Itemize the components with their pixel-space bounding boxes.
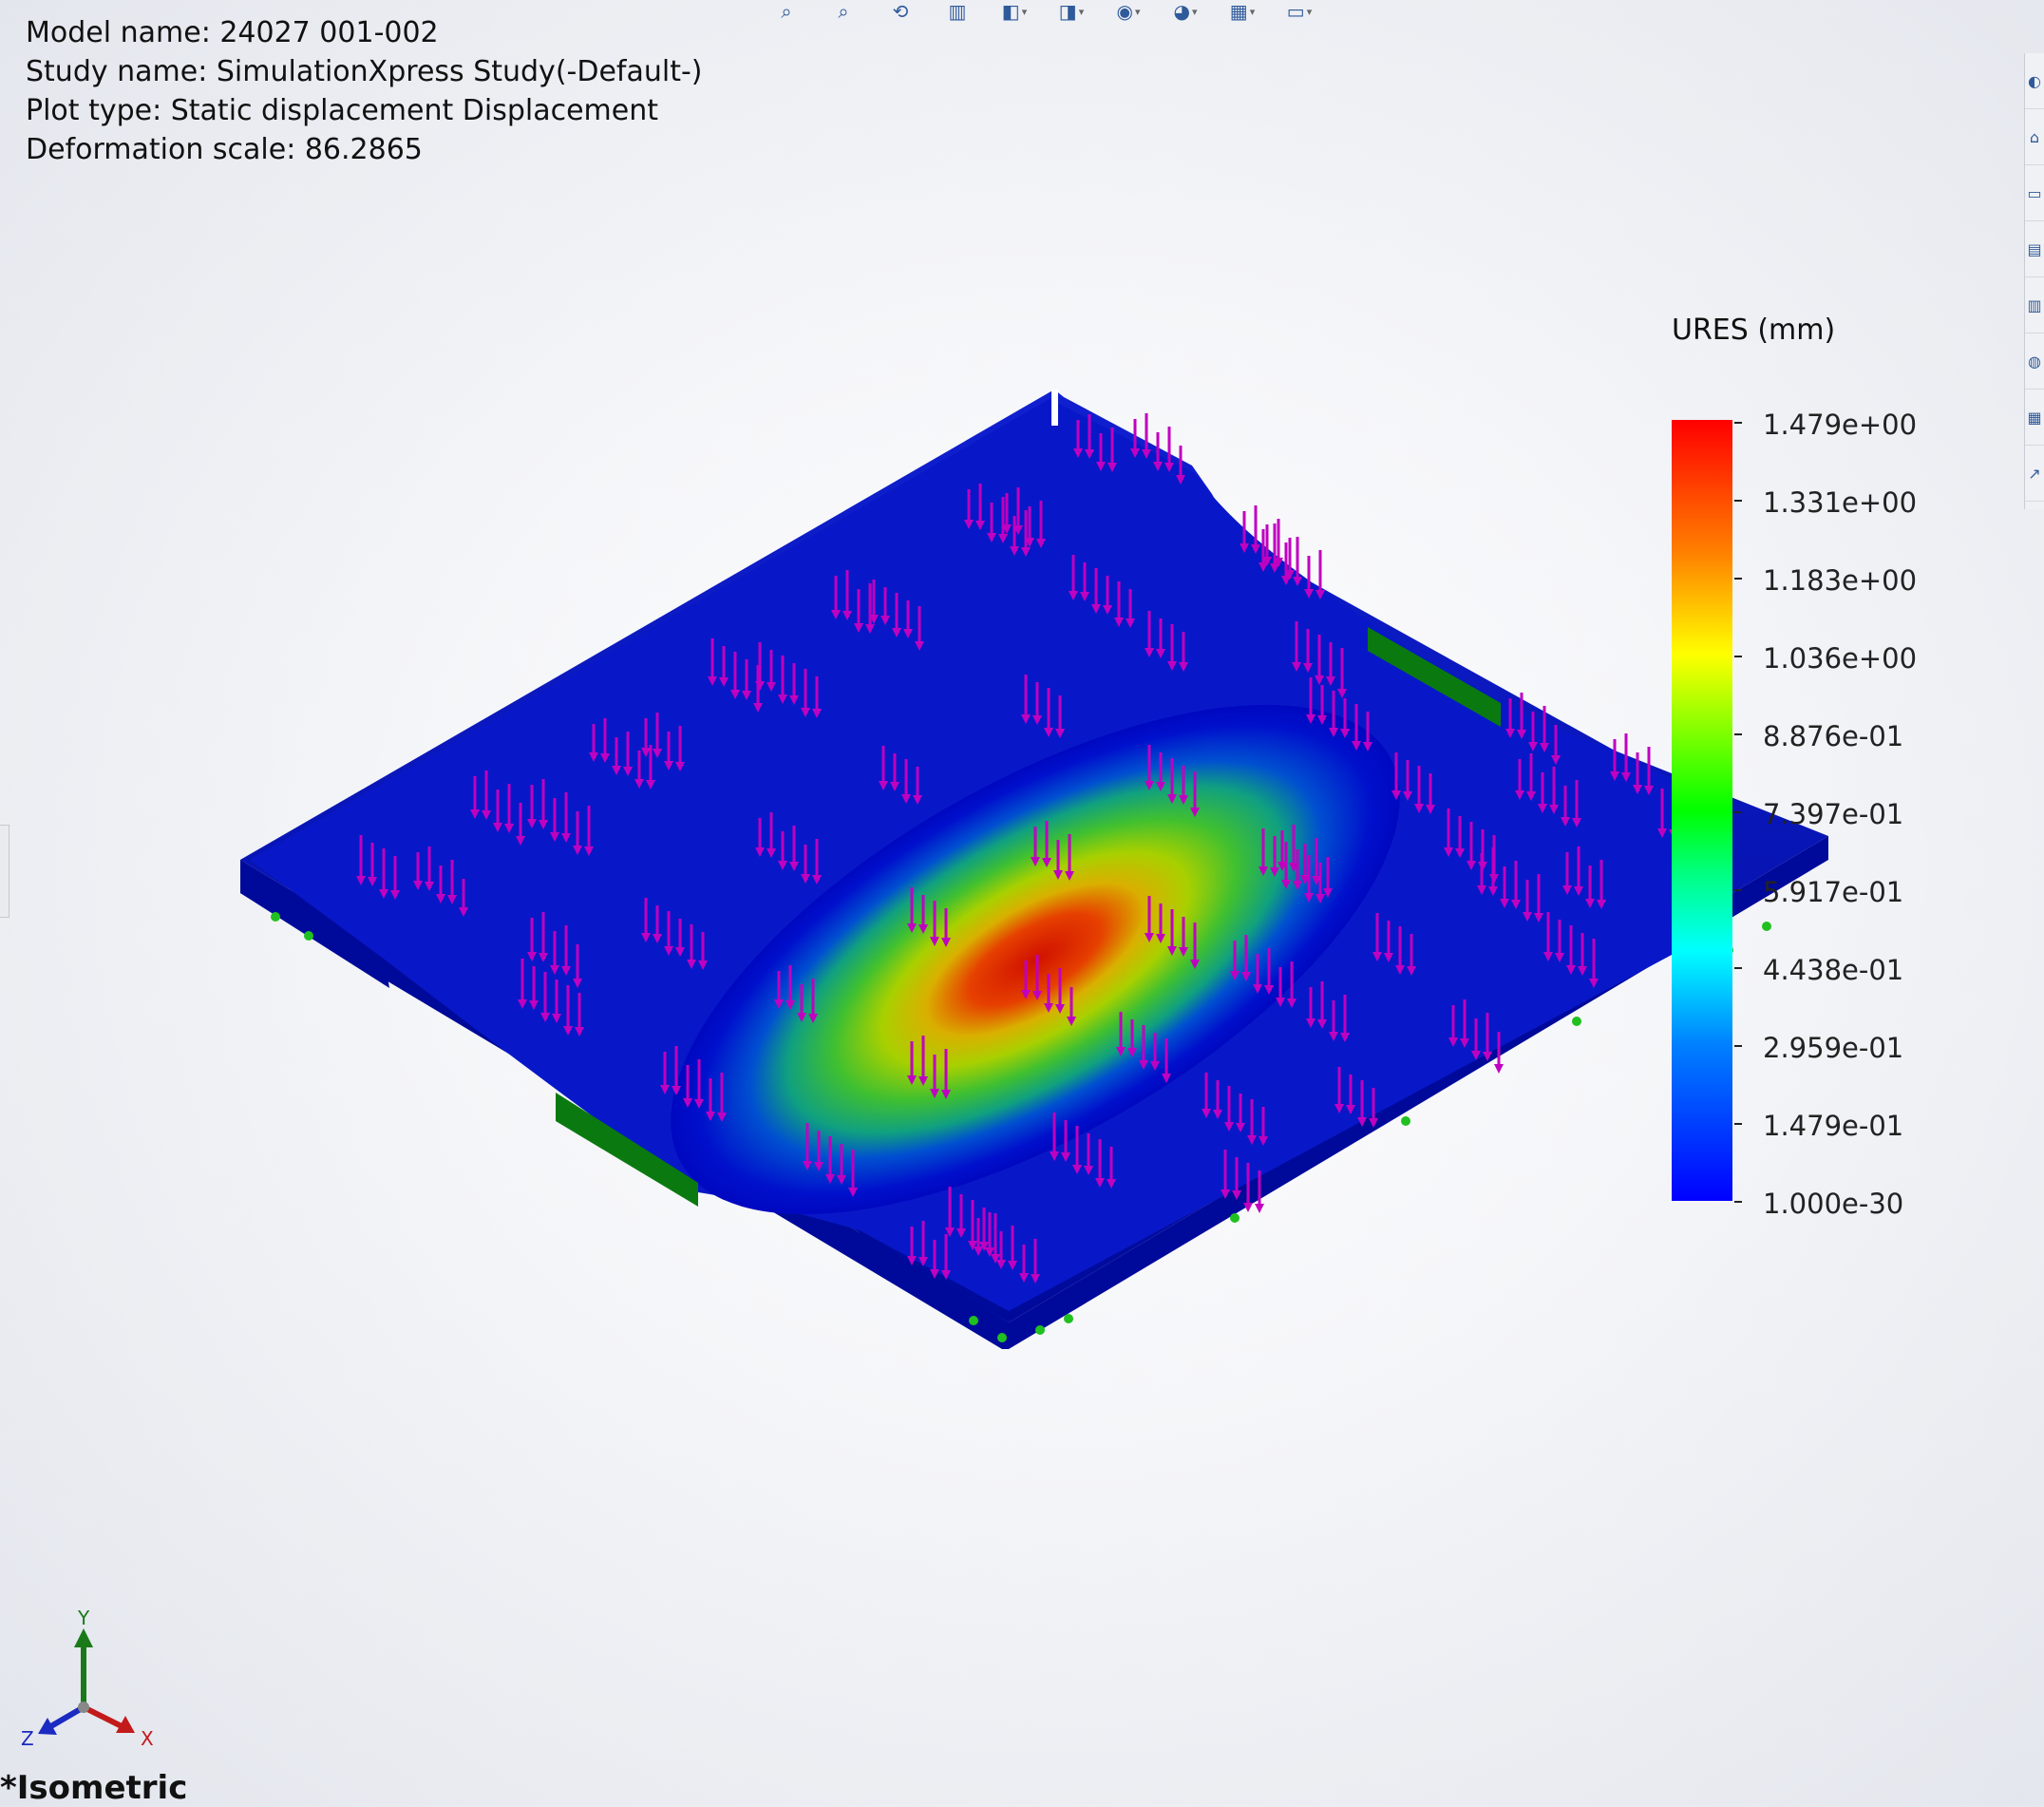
triad-z-axis bbox=[47, 1704, 85, 1730]
legend-tick bbox=[1734, 422, 1742, 424]
legend-tick bbox=[1734, 811, 1742, 813]
triad-x-label: X bbox=[141, 1727, 154, 1750]
legend-value-label: 2.959e-01 bbox=[1763, 1032, 1904, 1064]
displacement-plot-model[interactable] bbox=[0, 0, 2044, 1805]
fixture-marker bbox=[304, 931, 313, 941]
triad-x-axis bbox=[82, 1704, 125, 1730]
axis-triad: Y X Z bbox=[21, 1607, 154, 1750]
legend-tick bbox=[1734, 1123, 1742, 1125]
fixture-marker bbox=[1401, 1116, 1410, 1126]
fixture-marker bbox=[1572, 1017, 1581, 1026]
legend-value-label: 1.183e+00 bbox=[1763, 564, 1918, 597]
legend-tick bbox=[1734, 1201, 1742, 1203]
legend-value-label: 4.438e-01 bbox=[1763, 954, 1904, 986]
legend-colorbar bbox=[1672, 420, 1732, 1201]
legend-tick bbox=[1734, 500, 1742, 502]
legend-value-label: 1.479e-01 bbox=[1763, 1110, 1904, 1142]
fixture-marker bbox=[271, 912, 280, 922]
legend-tick bbox=[1734, 889, 1742, 891]
load-arrow-head bbox=[1494, 1064, 1504, 1074]
legend-value-label: 1.000e-30 bbox=[1763, 1188, 1904, 1220]
legend-value-label: 7.397e-01 bbox=[1763, 798, 1904, 830]
legend-value-label: 1.479e+00 bbox=[1763, 409, 1918, 441]
fixture-marker bbox=[1035, 1325, 1045, 1335]
load-arrow-head bbox=[1255, 1204, 1264, 1213]
triad-y-label: Y bbox=[77, 1607, 90, 1629]
legend-value-label: 1.331e+00 bbox=[1763, 486, 1918, 519]
legend-title: URES (mm) bbox=[1672, 314, 1836, 347]
triad-y-arrow bbox=[74, 1628, 93, 1647]
legend-tick bbox=[1734, 1045, 1742, 1047]
triad-z-label: Z bbox=[21, 1727, 34, 1750]
plate-surface bbox=[250, 399, 1672, 1311]
legend-tick bbox=[1734, 578, 1742, 580]
fixture-marker bbox=[1064, 1314, 1073, 1323]
legend-value-label: 5.917e-01 bbox=[1763, 876, 1904, 908]
fixture-marker bbox=[1762, 922, 1771, 931]
legend-tick bbox=[1734, 967, 1742, 969]
legend-value-label: 8.876e-01 bbox=[1763, 720, 1904, 752]
legend-tick bbox=[1734, 733, 1742, 735]
fixture-marker bbox=[969, 1316, 978, 1325]
fixture-marker bbox=[1230, 1213, 1240, 1223]
legend-tick bbox=[1734, 656, 1742, 657]
triad-origin bbox=[78, 1702, 89, 1713]
fixture-marker bbox=[997, 1333, 1007, 1342]
legend-value-label: 1.036e+00 bbox=[1763, 642, 1918, 675]
view-orientation-label: *Isometric bbox=[0, 1769, 188, 1807]
slot-notch bbox=[1051, 390, 1058, 426]
